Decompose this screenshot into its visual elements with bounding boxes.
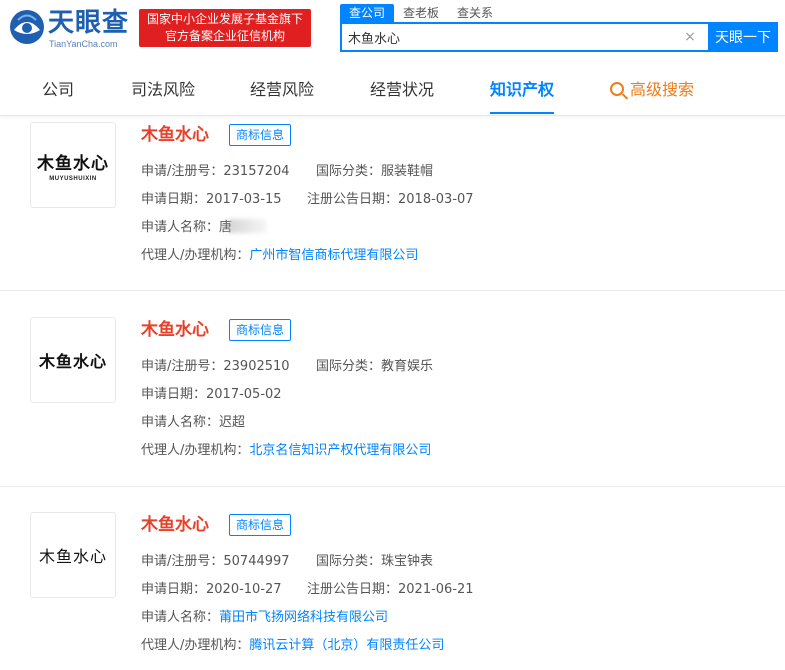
trademark-logo-text: 木鱼水心 (37, 153, 109, 174)
trademark-reg-row: 申请/注册号：23902510 (141, 358, 290, 376)
trademark-announce-date-row: 注册公告日期：2021-06-21 (307, 581, 474, 599)
trademark-applicant-row: 申请人名称：莆田市飞扬网络科技有限公司 (141, 609, 388, 627)
intl-class-label: 国际分类： (316, 554, 382, 569)
intl-class-value: 服装鞋帽 (381, 164, 434, 179)
trademark-logo-text: 木鱼水心 (38, 352, 107, 371)
trademark-logo[interactable]: 木鱼水心 (30, 512, 116, 598)
main-nav: 公司 司法风险 经营风险 经营状况 知识产权 高级搜索 (0, 64, 785, 116)
apply-date-value: 2020-10-27 (206, 582, 282, 597)
nav-tab-operation-risk[interactable]: 经营风险 (250, 64, 314, 116)
search-tab-boss[interactable]: 查老板 (394, 4, 448, 22)
agent-link[interactable]: 北京名信知识产权代理有限公司 (249, 443, 431, 458)
applicant-label: 申请人名称： (141, 415, 220, 430)
reg-no-value: 50744997 (223, 554, 290, 569)
applicant-label: 申请人名称： (141, 610, 220, 625)
apply-date-label: 申请日期： (141, 387, 207, 402)
reg-no-label: 申请/注册号： (141, 164, 224, 179)
trademark-agent-row: 代理人/办理机构：广州市智信商标代理有限公司 (141, 247, 418, 265)
nav-tab-intellectual-property[interactable]: 知识产权 (490, 64, 555, 116)
intl-class-label: 国际分类： (316, 164, 382, 179)
apply-date-label: 申请日期： (141, 582, 207, 597)
search-input[interactable] (348, 24, 678, 50)
redaction-blur (228, 219, 267, 233)
advanced-search-link[interactable]: 高级搜索 (610, 64, 694, 116)
advanced-search-label: 高级搜索 (630, 80, 695, 99)
trademark-logo[interactable]: 木鱼水心 (30, 317, 116, 403)
nav-tab-operation-status[interactable]: 经营状况 (370, 64, 434, 116)
nav-tab-judicial-risk[interactable]: 司法风险 (131, 64, 195, 116)
logo[interactable]: 天眼查 TianYanCha.com (8, 6, 130, 50)
logo-title: 天眼查 (48, 8, 130, 38)
nav-tab-company[interactable]: 公司 (42, 64, 74, 116)
agent-label: 代理人/办理机构： (141, 248, 250, 263)
trademark-info-tag[interactable]: 商标信息 (229, 319, 292, 341)
apply-date-value: 2017-05-02 (206, 387, 282, 402)
applicant-value: 迟超 (219, 415, 246, 430)
reg-no-value: 23157204 (223, 164, 290, 179)
trademark-reg-row: 申请/注册号：23157204 (141, 163, 290, 181)
agent-link[interactable]: 腾讯云计算（北京）有限责任公司 (249, 638, 444, 653)
clear-icon[interactable]: × (682, 28, 698, 46)
trademark-logo-subtext: MUYUSHUIXIN (49, 175, 97, 182)
trademark-applicant-row: 申请人名称：迟超 (141, 414, 245, 432)
header: 天眼查 TianYanCha.com 国家中小企业发展子基金旗下 官方备案企业征… (0, 0, 785, 64)
trademark-announce-date-row: 注册公告日期：2018-03-07 (307, 191, 474, 209)
search-icon (610, 82, 624, 96)
announce-date-label: 注册公告日期： (307, 582, 399, 597)
trademark-class-row: 国际分类：服装鞋帽 (316, 163, 433, 181)
reg-no-label: 申请/注册号： (141, 359, 224, 374)
applicant-label: 申请人名称： (141, 220, 220, 235)
card-divider (0, 486, 785, 487)
applicant-link[interactable]: 莆田市飞扬网络科技有限公司 (219, 610, 388, 625)
trademark-applicant-row: 申请人名称：唐 (141, 219, 267, 237)
agent-link[interactable]: 广州市智信商标代理有限公司 (249, 248, 418, 263)
eye-logo-icon (10, 10, 44, 44)
banner-line-2: 官方备案企业征信机构 (164, 29, 285, 43)
trademark-info-tag[interactable]: 商标信息 (229, 124, 292, 146)
search-type-tabs: 查公司 查老板 查关系 (340, 4, 502, 22)
trademark-name[interactable]: 木鱼水心 (141, 514, 209, 536)
search-button[interactable]: 天眼一下 (708, 22, 778, 52)
trademark-name[interactable]: 木鱼水心 (141, 319, 209, 341)
trademark-apply-date-row: 申请日期：2017-03-15 (141, 191, 282, 209)
apply-date-value: 2017-03-15 (206, 192, 282, 207)
reg-no-label: 申请/注册号： (141, 554, 224, 569)
trademark-class-row: 国际分类：珠宝钟表 (316, 553, 433, 571)
trademark-agent-row: 代理人/办理机构：北京名信知识产权代理有限公司 (141, 442, 431, 460)
logo-subtitle: TianYanCha.com (49, 39, 118, 49)
trademark-reg-row: 申请/注册号：50744997 (141, 553, 290, 571)
trademark-info-tag[interactable]: 商标信息 (229, 514, 292, 536)
trademark-class-row: 国际分类：教育娱乐 (316, 358, 433, 376)
trademark-logo[interactable]: 木鱼水心 MUYUSHUIXIN (30, 122, 116, 208)
announce-date-value: 2021-06-21 (398, 582, 474, 597)
trademark-apply-date-row: 申请日期：2020-10-27 (141, 581, 282, 599)
intl-class-label: 国际分类： (316, 359, 382, 374)
announce-date-label: 注册公告日期： (307, 192, 399, 207)
card-divider (0, 290, 785, 291)
search-box: × (340, 22, 708, 52)
trademark-logo-text: 木鱼水心 (38, 547, 107, 566)
banner-line-1: 国家中小企业发展子基金旗下 (146, 12, 303, 26)
certification-banner: 国家中小企业发展子基金旗下 官方备案企业征信机构 (139, 9, 311, 47)
intl-class-value: 教育娱乐 (381, 359, 434, 374)
agent-label: 代理人/办理机构： (141, 443, 250, 458)
trademark-apply-date-row: 申请日期：2017-05-02 (141, 386, 282, 404)
trademark-name[interactable]: 木鱼水心 (141, 124, 209, 146)
intl-class-value: 珠宝钟表 (381, 554, 434, 569)
apply-date-label: 申请日期： (141, 192, 207, 207)
agent-label: 代理人/办理机构： (141, 638, 250, 653)
reg-no-value: 23902510 (223, 359, 290, 374)
announce-date-value: 2018-03-07 (398, 192, 474, 207)
search-tab-company[interactable]: 查公司 (340, 4, 395, 22)
trademark-agent-row: 代理人/办理机构：腾讯云计算（北京）有限责任公司 (141, 637, 444, 655)
search-tab-relation[interactable]: 查关系 (448, 4, 502, 22)
